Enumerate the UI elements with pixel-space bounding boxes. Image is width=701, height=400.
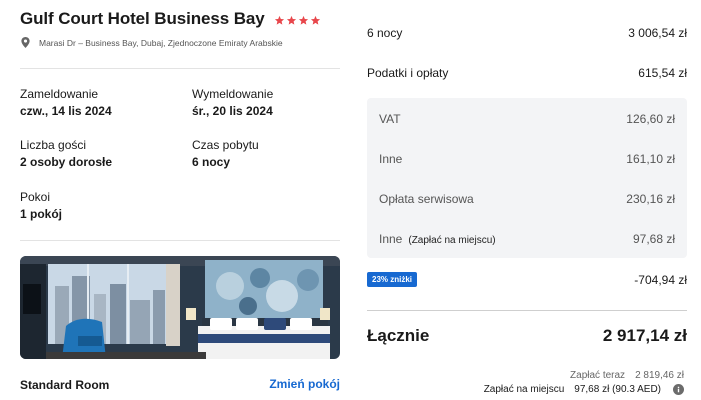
price-breakdown-panel: 6 nocy 3 006,54 zł Podatki i opłaty 615,… (367, 0, 687, 400)
taxes-fees-row: Podatki i opłaty 615,54 zł (367, 66, 687, 80)
checkout-date: śr., 20 lis 2024 (192, 104, 273, 118)
tax-item-label: Inne (379, 232, 403, 246)
taxes-label: Podatki i opłaty (367, 66, 449, 80)
guests-label: Liczba gości (20, 138, 87, 152)
checkin-field: Zameldowanie czw., 14 lis 2024 (20, 87, 112, 118)
star-icon (286, 15, 296, 25)
tax-item-other: Inne 161,10 zł (379, 152, 675, 166)
pay-at-hotel-row: Zapłać na miejscu 97,68 zł (90.3 AED) (484, 384, 684, 395)
tax-item-note: (Zapłać na miejscu) (408, 235, 496, 246)
discount-row: 23% zniżki -704,94 zł (367, 272, 687, 287)
guests-value: 2 osoby dorosłe (20, 155, 113, 169)
tax-item-vat: VAT 126,60 zł (379, 112, 675, 126)
discount-badge: 23% zniżki (367, 272, 418, 287)
tax-breakdown-box: VAT 126,60 zł Inne 161,10 zł Opłata serw… (367, 98, 687, 258)
divider (20, 240, 340, 241)
location-pin-icon (21, 37, 30, 48)
tax-item-value: 230,16 zł (626, 192, 675, 206)
nights-price-row: 6 nocy 3 006,54 zł (367, 26, 687, 40)
tax-item-label: VAT (379, 112, 401, 126)
address-row: Marasi Dr – Business Bay, Dubaj, Zjednoc… (21, 37, 283, 48)
nights-value: 3 006,54 zł (628, 26, 687, 40)
pay-at-hotel-label: Zapłać na miejscu (483, 384, 565, 395)
tax-item-other-pay-at-hotel: Inne (Zapłać na miejscu) 97,68 zł (379, 232, 675, 246)
tax-item-service-fee: Opłata serwisowa 230,16 zł (379, 192, 675, 206)
rooms-value: 1 pokój (20, 207, 63, 221)
stay-length-value: 6 nocy (192, 155, 231, 169)
room-photo (20, 256, 340, 359)
stay-length-field: Czas pobytu 6 nocy (192, 138, 259, 169)
pay-now-row: Zapłać teraz 2 819,46 zł (570, 370, 684, 381)
rooms-label: Pokoi (20, 190, 51, 204)
rooms-field: Pokoi 1 pokój (20, 190, 62, 221)
checkout-label: Wymeldowanie (192, 87, 274, 101)
divider (20, 68, 340, 69)
checkin-date: czw., 14 lis 2024 (20, 104, 112, 118)
room-photo-illustration (20, 256, 340, 359)
tax-item-label-group: Inne (Zapłać na miejscu) (379, 232, 496, 246)
tax-item-label: Opłata serwisowa (379, 192, 474, 206)
divider (367, 310, 687, 311)
guests-field: Liczba gości 2 osoby dorosłe (20, 138, 112, 169)
tax-item-value: 97,68 zł (632, 232, 675, 246)
hotel-summary-panel: Gulf Court Hotel Business Bay Marasi Dr … (20, 0, 340, 400)
star-rating (274, 15, 322, 26)
discount-value: -704,94 zł (634, 272, 687, 287)
room-name: Standard Room (20, 378, 110, 392)
hotel-name: Gulf Court Hotel Business Bay (20, 9, 265, 28)
info-icon[interactable] (673, 384, 684, 395)
change-room-link[interactable]: Zmień pokój (269, 377, 340, 391)
total-label: Łącznie (367, 326, 430, 345)
star-icon (310, 15, 320, 25)
total-row: Łącznie 2 917,14 zł (367, 326, 687, 346)
star-icon (274, 15, 284, 25)
tax-item-value: 126,60 zł (626, 112, 675, 126)
star-icon (298, 15, 308, 25)
pay-now-label: Zapłać teraz (570, 370, 626, 381)
tax-item-label: Inne (379, 152, 403, 166)
tax-item-value: 161,10 zł (626, 152, 675, 166)
stay-length-label: Czas pobytu (192, 138, 259, 152)
taxes-value: 615,54 zł (638, 66, 687, 80)
hotel-address: Marasi Dr – Business Bay, Dubaj, Zjednoc… (39, 37, 283, 48)
hotel-title-row: Gulf Court Hotel Business Bay (20, 9, 322, 29)
pay-at-hotel-value: 97,68 zł (90.3 AED) (574, 384, 661, 395)
nights-label: 6 nocy (367, 26, 403, 40)
total-value: 2 917,14 zł (602, 326, 687, 345)
pay-now-value: 2 819,46 zł (635, 370, 684, 381)
checkout-field: Wymeldowanie śr., 20 lis 2024 (192, 87, 273, 118)
checkin-label: Zameldowanie (20, 87, 99, 101)
